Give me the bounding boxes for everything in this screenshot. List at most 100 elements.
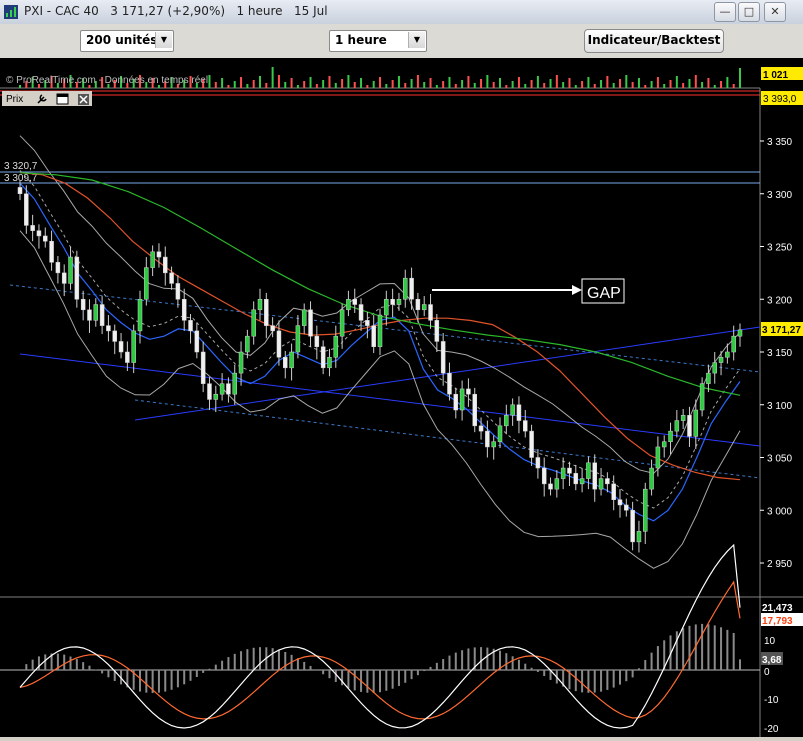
candle-up — [706, 373, 710, 384]
candle-up — [732, 336, 736, 352]
candle-up — [650, 468, 654, 489]
candle-down — [485, 431, 489, 447]
volume-bar — [657, 77, 659, 88]
candle-down — [353, 299, 357, 304]
macd-histogram-bar — [44, 654, 46, 670]
volume-bar — [234, 81, 236, 88]
macd-histogram-bar — [398, 670, 400, 686]
volume-bar — [310, 77, 312, 88]
macd-histogram-bar — [657, 646, 659, 670]
candle-down — [271, 326, 275, 331]
macd-histogram-bar — [701, 624, 703, 670]
volume-bar — [613, 83, 615, 88]
candle-up — [384, 299, 388, 315]
macd-histogram-bar — [461, 650, 463, 670]
level-top-label: 3 393,0 — [763, 94, 797, 105]
volume-bar — [461, 80, 463, 88]
candle-up — [334, 336, 338, 357]
volume-bar — [272, 67, 274, 88]
volume-bar — [587, 77, 589, 88]
candle-up — [220, 384, 224, 395]
units-select[interactable]: 200 unités ▼ — [80, 30, 174, 52]
volume-bar — [556, 75, 558, 88]
macd-histogram-bar — [638, 668, 640, 670]
candle-up — [555, 479, 559, 490]
price-tick-label: 3 350 — [767, 137, 792, 148]
chart-svg[interactable]: © ProRealTime.com - Données en temps rée… — [0, 58, 803, 737]
candle-down — [157, 252, 161, 257]
macd-histogram-bar — [739, 659, 741, 670]
macd-histogram-bar — [95, 669, 97, 670]
volume-bar — [474, 83, 476, 88]
candle-up — [637, 531, 641, 542]
macd-histogram-bar — [442, 659, 444, 670]
price-tick-label: 3 100 — [767, 401, 792, 412]
volume-bar — [531, 80, 533, 88]
volume-bar — [436, 85, 438, 88]
candle-down — [517, 405, 521, 421]
volume-bar — [227, 85, 229, 88]
candle-down — [574, 473, 578, 484]
volume-bar — [733, 84, 735, 88]
candle-down — [321, 347, 325, 368]
volume-bar — [486, 75, 488, 88]
macd-histogram-bar — [328, 670, 330, 678]
macd-tick-minus20: -20 — [764, 724, 779, 735]
maximize-icon[interactable]: □ — [738, 2, 760, 22]
volume-panel: © ProRealTime.com - Données en temps rée… — [0, 60, 803, 88]
candle-up — [346, 299, 350, 310]
volume-bar — [303, 81, 305, 88]
volume-bar — [411, 79, 413, 88]
candle-up — [214, 394, 218, 399]
volume-bar — [600, 80, 602, 88]
volume-bar — [341, 79, 343, 88]
candle-down — [56, 262, 60, 273]
indicator-backtest-button[interactable]: Indicateur/Backtest — [584, 29, 724, 53]
volume-bar — [493, 82, 495, 88]
candle-down — [176, 283, 180, 299]
volume-bar — [670, 80, 672, 88]
minimize-icon[interactable]: — — [714, 2, 736, 22]
chevron-down-icon[interactable]: ▼ — [408, 32, 425, 48]
chevron-down-icon[interactable]: ▼ — [155, 32, 172, 48]
volume-bar — [423, 82, 425, 88]
macd-histogram-bar — [467, 648, 469, 670]
candle-down — [24, 194, 28, 226]
macd-histogram-bar — [575, 670, 577, 691]
candle-up — [580, 479, 584, 484]
candle-down — [37, 231, 41, 236]
bollinger-upper-line — [20, 136, 740, 474]
window-icon[interactable] — [57, 94, 68, 104]
candle-up — [561, 468, 565, 479]
macd-tick-minus10: -10 — [764, 695, 779, 706]
close-icon[interactable]: ✕ — [764, 2, 786, 22]
macd-histogram-bar — [25, 664, 27, 670]
candle-down — [125, 352, 129, 363]
volume-bar — [215, 82, 217, 88]
volume-bar — [651, 81, 653, 88]
macd-histogram-bar — [63, 655, 65, 670]
candle-up — [599, 479, 603, 490]
candle-up — [719, 357, 723, 362]
interval-select[interactable]: 1 heure ▼ — [329, 30, 427, 52]
macd-zero-label: 0 — [764, 667, 770, 678]
candle-up — [694, 410, 698, 436]
macd-histogram-bar — [600, 670, 602, 692]
macd-histogram-bar — [215, 665, 217, 670]
window-title: PXI - CAC 40 3 171,27 (+2,90%) 1 heure 1… — [24, 4, 328, 18]
panel-close-icon[interactable] — [78, 94, 89, 105]
volume-bar — [392, 80, 394, 88]
candle-up — [675, 421, 679, 432]
candle-down — [81, 299, 85, 310]
macd-histogram-bar — [537, 670, 539, 672]
candle-down — [441, 341, 445, 373]
volume-bar — [373, 81, 375, 88]
candle-up — [378, 315, 382, 347]
candle-down — [170, 273, 174, 284]
macd-histogram-bar — [366, 670, 368, 693]
candle-down — [631, 510, 635, 542]
macd-histogram-bar — [733, 633, 735, 670]
volume-bar — [676, 76, 678, 88]
macd-histogram-bar — [32, 660, 34, 670]
gap-annotation: GAP — [587, 285, 621, 302]
